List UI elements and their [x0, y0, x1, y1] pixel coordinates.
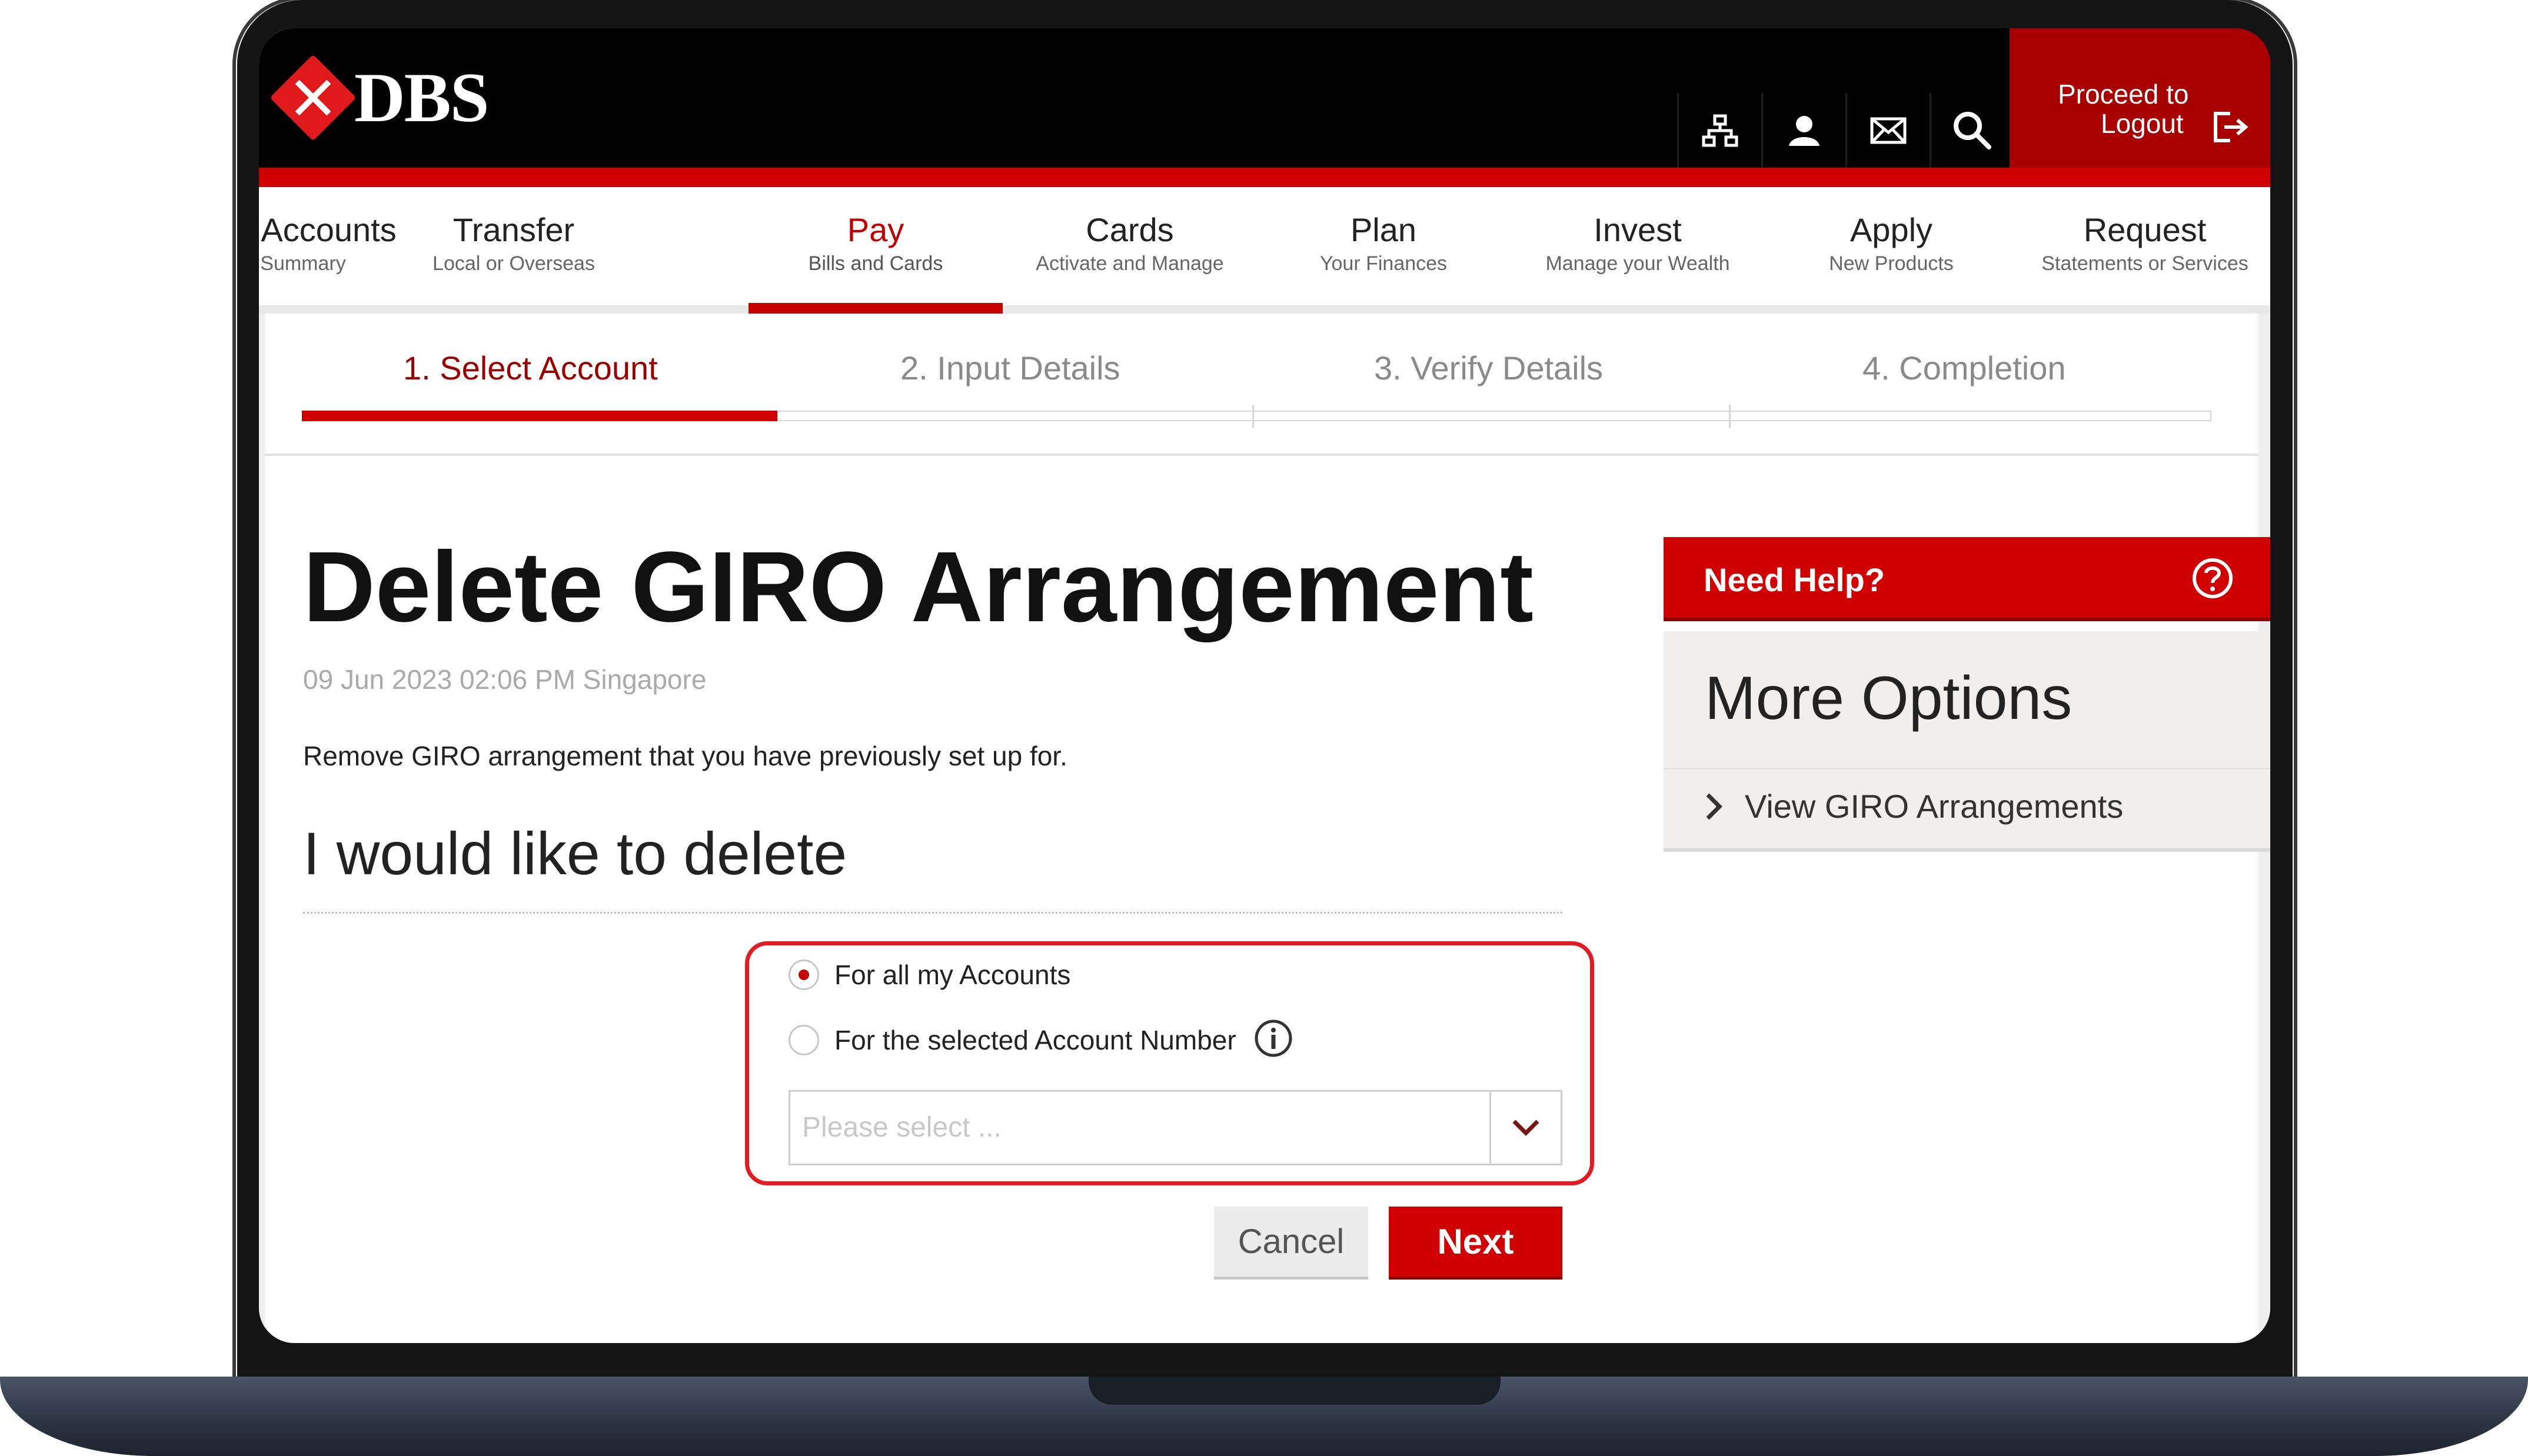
nav-subtitle: Manage your Wealth	[1545, 252, 1730, 275]
option-label: For the selected Account Number	[834, 1024, 1236, 1055]
chevron-down-icon[interactable]	[1489, 1092, 1561, 1164]
step-divider	[1729, 405, 1731, 428]
nav-title: Request	[2083, 211, 2207, 248]
sitemap-icon[interactable]	[1677, 93, 1761, 168]
option-selected-account[interactable]: For the selected Account Number	[789, 1019, 1293, 1061]
more-options-title: More Options	[1705, 664, 2073, 732]
step-verify-details: 3. Verify Details	[1374, 349, 1604, 387]
help-question-icon	[2190, 556, 2235, 604]
nav-item-plan[interactable]: Plan Your Finances	[1272, 211, 1495, 275]
account-number-select[interactable]: Please select ...	[789, 1090, 1562, 1165]
search-icon[interactable]	[1930, 93, 2014, 168]
select-placeholder: Please select ...	[802, 1112, 1002, 1143]
info-icon[interactable]	[1254, 1019, 1293, 1061]
page-title: Delete GIRO Arrangement	[303, 531, 1534, 643]
logout-button[interactable]: Proceed to Logout	[2010, 28, 2270, 168]
nav-title: Invest	[1594, 211, 1682, 248]
need-help-label: Need Help?	[1704, 561, 1885, 598]
step-divider	[1252, 405, 1254, 428]
nav-item-apply[interactable]: Apply New Products	[1779, 211, 2003, 275]
section-divider	[303, 912, 1562, 914]
nav-subtitle: Activate and Manage	[1036, 252, 1224, 275]
nav-title: Cards	[1086, 211, 1174, 248]
nav-active-indicator	[749, 303, 1003, 314]
header-icon-group	[1677, 93, 2014, 168]
step-select-account: 1. Select Account	[403, 349, 658, 387]
nav-item-invest[interactable]: Invest Manage your Wealth	[1526, 211, 1749, 275]
view-giro-arrangements-link[interactable]: View GIRO Arrangements	[1705, 787, 2123, 825]
profile-icon[interactable]	[1761, 93, 1845, 168]
step-progress-fill	[302, 411, 777, 421]
left-rail	[259, 314, 265, 1343]
header-red-strip	[259, 168, 2270, 187]
nav-title: Apply	[1850, 211, 1933, 248]
option-label: For all my Accounts	[834, 959, 1071, 990]
nav-title: Plan	[1350, 211, 1417, 248]
nav-subtitle: Bills and Cards	[808, 252, 943, 275]
mail-icon[interactable]	[1845, 93, 1930, 168]
dbs-logo[interactable]: DBS	[270, 54, 489, 141]
page-description: Remove GIRO arrangement that you have pr…	[303, 741, 1067, 771]
logout-label-line2: Logout	[2101, 108, 2184, 139]
more-options-panel: More Options View GIRO Arrangements	[1664, 631, 2270, 852]
more-options-divider	[1664, 768, 2270, 769]
nav-subtitle: Local or Overseas	[433, 252, 595, 275]
top-header-bar: DBS Proceed to Logout	[259, 28, 2270, 168]
chevron-right-icon	[1706, 793, 1722, 819]
logout-label-line1: Proceed to	[2058, 79, 2189, 109]
progress-steps: 1. Select Account 2. Input Details 3. Ve…	[259, 314, 2270, 456]
step-completion: 4. Completion	[1862, 349, 2066, 387]
cancel-button[interactable]: Cancel	[1214, 1207, 1368, 1280]
nav-title: My Accounts	[259, 211, 397, 248]
radio-selected-account[interactable]	[789, 1024, 819, 1055]
need-help-panel[interactable]: Need Help?	[1664, 537, 2270, 621]
nav-subtitle: New Products	[1829, 252, 1954, 275]
nav-item-pay[interactable]: Pay Bills and Cards	[764, 211, 987, 275]
nav-item-my-accounts[interactable]: My Accounts Summary	[259, 211, 415, 275]
dbs-logo-icon	[270, 54, 357, 141]
main-nav: My Accounts Summary Transfer Local or Ov…	[259, 187, 2270, 314]
nav-item-request[interactable]: Request Statements or Services	[2033, 211, 2257, 275]
nav-subtitle: Summary	[260, 252, 346, 275]
nav-item-cards[interactable]: Cards Activate and Manage	[1018, 211, 1242, 275]
brand-name: DBS	[354, 58, 489, 136]
timestamp: 09 Jun 2023 02:06 PM Singapore	[303, 664, 707, 695]
nav-subtitle: Statements or Services	[2041, 252, 2248, 275]
logout-icon	[2214, 112, 2248, 142]
step-input-details: 2. Input Details	[900, 349, 1120, 387]
radio-all-accounts[interactable]	[789, 959, 819, 990]
option-all-accounts[interactable]: For all my Accounts	[789, 959, 1070, 991]
nav-title: Pay	[847, 211, 904, 248]
browser-screen: DBS Proceed to Logout My Accounts	[259, 28, 2270, 1343]
laptop-hinge-notch	[1089, 1377, 1501, 1405]
link-label: View GIRO Arrangements	[1745, 788, 2124, 825]
nav-title: Transfer	[453, 211, 575, 248]
nav-item-transfer[interactable]: Transfer Local or Overseas	[402, 211, 626, 275]
section-heading: I would like to delete	[303, 820, 847, 887]
next-button[interactable]: Next	[1389, 1207, 1562, 1280]
nav-subtitle: Your Finances	[1319, 252, 1448, 275]
